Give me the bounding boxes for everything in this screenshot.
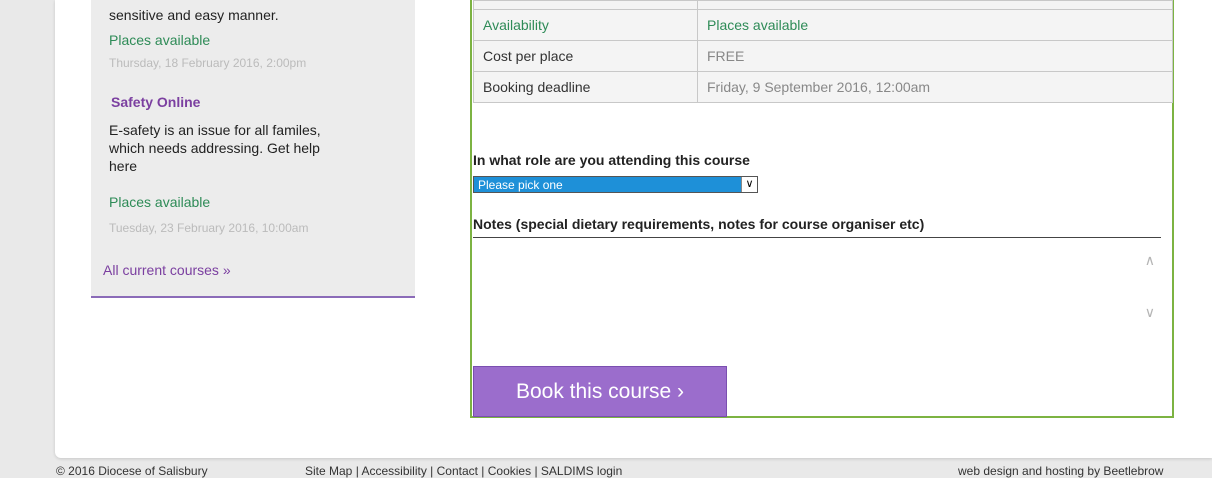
deadline-label: Booking deadline [473, 71, 698, 103]
availability-value: Places available [697, 9, 1173, 41]
role-select[interactable]: Please pick one ∨ [473, 176, 758, 193]
book-course-button[interactable]: Book this course › [473, 366, 727, 417]
course-description-line: which needs addressing. Get help [109, 140, 320, 156]
availability-label: Availability [473, 9, 698, 41]
course-availability: Places available [109, 32, 211, 48]
all-courses-link[interactable]: All current courses » [103, 262, 231, 278]
course-description: sensitive and easy manner. [109, 7, 279, 23]
course-date: Tuesday, 23 February 2016, 10:00am [109, 221, 309, 235]
course-title-link[interactable]: Safety Online [111, 94, 200, 110]
notes-textarea[interactable]: ∧ ∨ [473, 237, 1161, 346]
table-row: Availability Places available [473, 9, 1173, 41]
notes-label: Notes (special dietary requirements, not… [473, 216, 925, 232]
course-availability: Places available [109, 194, 211, 210]
course-description-line: here [109, 158, 138, 174]
chevron-down-icon: ∨ [741, 177, 757, 192]
course-date: Thursday, 18 February 2016, 2:00pm [109, 56, 307, 70]
course-description-line: E-safety is an issue for all familes, [109, 122, 321, 138]
scroll-up-icon[interactable]: ∧ [1145, 252, 1155, 269]
scroll-down-icon[interactable]: ∨ [1145, 304, 1155, 321]
table-row: Booking deadline Friday, 9 September 201… [473, 71, 1173, 103]
cost-value: FREE [697, 40, 1173, 72]
cost-label: Cost per place [473, 40, 698, 72]
role-label: In what role are you attending this cour… [473, 152, 750, 168]
table-row [473, 0, 1173, 10]
role-select-value: Please pick one [478, 178, 563, 192]
course-details-table: Availability Places available Cost per p… [473, 0, 1173, 103]
deadline-value: Friday, 9 September 2016, 12:00am [697, 71, 1173, 103]
table-row: Cost per place FREE [473, 40, 1173, 72]
